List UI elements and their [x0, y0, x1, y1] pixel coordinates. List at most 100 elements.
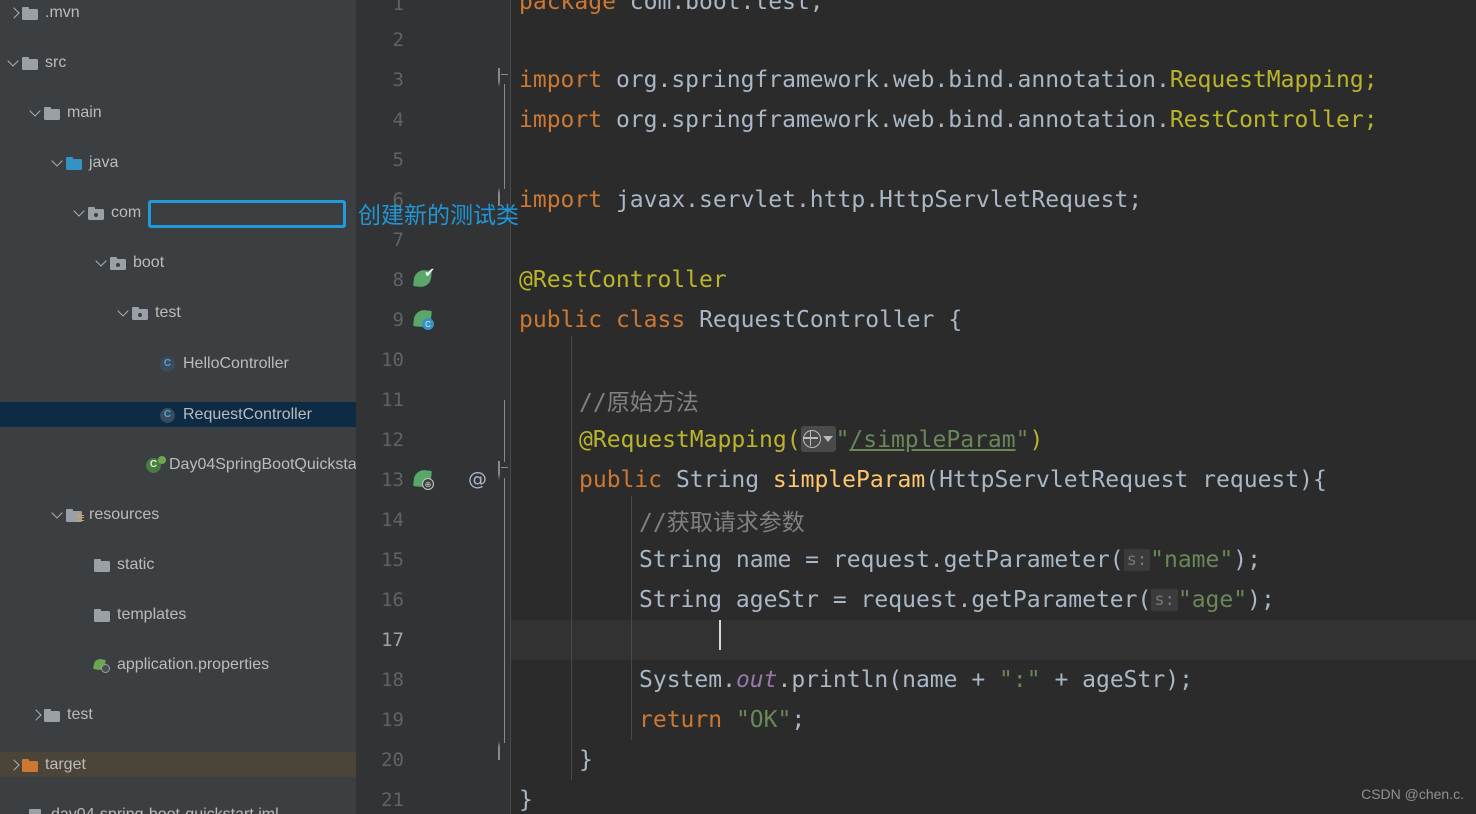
folder-icon: [44, 104, 62, 122]
chevron-right-icon[interactable]: [28, 707, 44, 723]
parameter-hint: s:: [1151, 589, 1178, 611]
java-class-icon: C: [160, 355, 178, 373]
chevron-down-icon[interactable]: [50, 155, 66, 171]
tree-row-static[interactable]: static: [0, 552, 356, 577]
chevron-down-icon[interactable]: [28, 105, 44, 121]
spring-bean-gutter-icon[interactable]: ✔: [412, 267, 438, 293]
chevron-down-icon[interactable]: [94, 255, 110, 271]
gutter-line: 16: [381, 589, 404, 611]
code-line-1: package com.boot.test;: [519, 0, 824, 15]
spring-bean-class-gutter-icon[interactable]: C: [412, 307, 438, 333]
iml-file-icon: [28, 806, 46, 814]
fold-region-line: [504, 84, 506, 189]
tree-row-target[interactable]: target: [0, 752, 356, 777]
tree-label: src: [45, 53, 67, 71]
tree-label: target: [45, 755, 86, 773]
parameter-hint: s:: [1123, 549, 1151, 571]
tree-label: application.properties: [117, 655, 270, 673]
code-line-18: System. out .println(name + ":" + ageStr);: [639, 667, 1193, 693]
chevron-down-icon[interactable]: [72, 205, 88, 221]
tree-label: test: [155, 303, 181, 321]
text-caret: [719, 620, 721, 650]
gutter-line: 12: [381, 429, 404, 451]
tree-label: Day04SpringBootQuicksta: [169, 455, 356, 473]
chevron-down-icon[interactable]: [50, 507, 66, 523]
source-folder-icon: [66, 154, 84, 172]
package-icon: [88, 204, 106, 222]
fold-region-line: [504, 400, 506, 462]
chevron-right-icon[interactable]: [6, 757, 22, 773]
folder-icon: [94, 606, 112, 624]
code-editor[interactable]: 1 2 3 4 5 6 7 8 ✔ 9 C 10 11 12 13 ⊕ @ 14…: [356, 0, 1476, 814]
tree-row-boot[interactable]: boot: [0, 250, 356, 275]
tree-row-test-pkg[interactable]: test: [0, 300, 356, 325]
gutter-line: 10: [381, 349, 404, 371]
tree-row-java[interactable]: java: [0, 150, 356, 175]
package-icon: [110, 254, 128, 272]
gutter-line-current: 17: [381, 629, 404, 651]
code-line-17-current: [511, 620, 1476, 660]
chevron-down-icon[interactable]: [6, 55, 22, 71]
tree-label: resources: [89, 505, 160, 523]
code-line-6: import javax.servlet.http.HttpServletReq…: [519, 187, 1143, 213]
tree-row-mvn[interactable]: .mvn: [0, 0, 356, 25]
tree-row-templates[interactable]: templates: [0, 602, 356, 627]
spring-boot-app-icon: C: [146, 455, 166, 474]
tree-row-src[interactable]: src: [0, 50, 356, 75]
code-line-4: import org.springframework.web.bind.anno…: [519, 107, 1378, 133]
gutter-line: 14: [381, 509, 404, 531]
gutter-line-9: 9 C: [356, 300, 511, 340]
folder-icon: [22, 54, 40, 72]
code-line-8: @RestController: [519, 267, 727, 293]
tree-label: boot: [133, 253, 165, 271]
gutter-line: 11: [381, 389, 404, 411]
watermark: CSDN @chen.c.: [1361, 786, 1464, 802]
tree-row-request-controller[interactable]: C RequestController: [0, 402, 356, 427]
tree-label: com: [111, 203, 142, 221]
ide-window: .mvn src main java com boot test C Hello…: [0, 0, 1476, 814]
gutter-line: 21: [381, 789, 404, 811]
tree-row-springboot-app[interactable]: C Day04SpringBootQuicksta: [0, 452, 356, 477]
gutter-line: 20: [381, 749, 404, 771]
spring-request-mapping-gutter-icon[interactable]: ⊕: [412, 467, 438, 493]
chevron-down-icon[interactable]: [116, 305, 132, 321]
tree-row-resources[interactable]: resources: [0, 502, 356, 527]
globe-icon[interactable]: [800, 426, 836, 452]
tree-label: test: [67, 705, 93, 723]
code-line-20: }: [579, 747, 593, 773]
tree-row-hello-controller[interactable]: C HelloController: [0, 351, 356, 376]
gutter-line: 19: [381, 709, 404, 731]
gutter-line-13: 13 ⊕ @: [381, 467, 487, 493]
fold-marker-imports[interactable]: [498, 68, 512, 87]
resources-folder-icon: [66, 506, 84, 524]
code-line-9: public class RequestController {: [519, 307, 963, 333]
fold-marker-method[interactable]: [498, 461, 512, 480]
tree-row-iml-file[interactable]: day04-spring-boot-quickstart.iml: [0, 802, 356, 814]
code-line-21: }: [519, 787, 533, 813]
excluded-folder-icon: [22, 756, 40, 774]
gutter-line: 3: [392, 69, 404, 91]
package-icon: [132, 304, 150, 322]
code-line-11: //原始方法: [579, 390, 699, 416]
tree-row-test-src[interactable]: test: [0, 702, 356, 727]
fold-region-line: [504, 478, 506, 743]
tree-row-com[interactable]: com: [0, 200, 356, 225]
tree-row-application-properties[interactable]: application.properties: [0, 652, 356, 677]
project-tree-panel[interactable]: .mvn src main java com boot test C Hello…: [0, 0, 356, 814]
gutter-line: 5: [392, 149, 404, 171]
tree-label: RequestController: [183, 405, 312, 423]
fold-marker-method-end[interactable]: [498, 741, 512, 760]
callout-annotation-text: 创建新的测试类: [358, 203, 519, 229]
java-class-icon: C: [160, 406, 178, 424]
code-line-13: public String simpleParam (HttpServletReq…: [579, 467, 1327, 493]
code-line-12: @RequestMapping("/simpleParam "): [579, 426, 1044, 453]
chevron-right-icon[interactable]: [6, 5, 22, 21]
tree-row-main[interactable]: main: [0, 100, 356, 125]
annotation-gutter-icon[interactable]: @: [468, 468, 487, 490]
tree-label: java: [89, 153, 119, 171]
tree-label: static: [117, 555, 155, 573]
code-line-15: String name = request.getParameter(s: "na…: [639, 547, 1261, 573]
gutter-line: 18: [381, 669, 404, 691]
gutter-line: 15: [381, 549, 404, 571]
code-text-area[interactable]: package com.boot.test; import org.spring…: [511, 0, 1476, 814]
